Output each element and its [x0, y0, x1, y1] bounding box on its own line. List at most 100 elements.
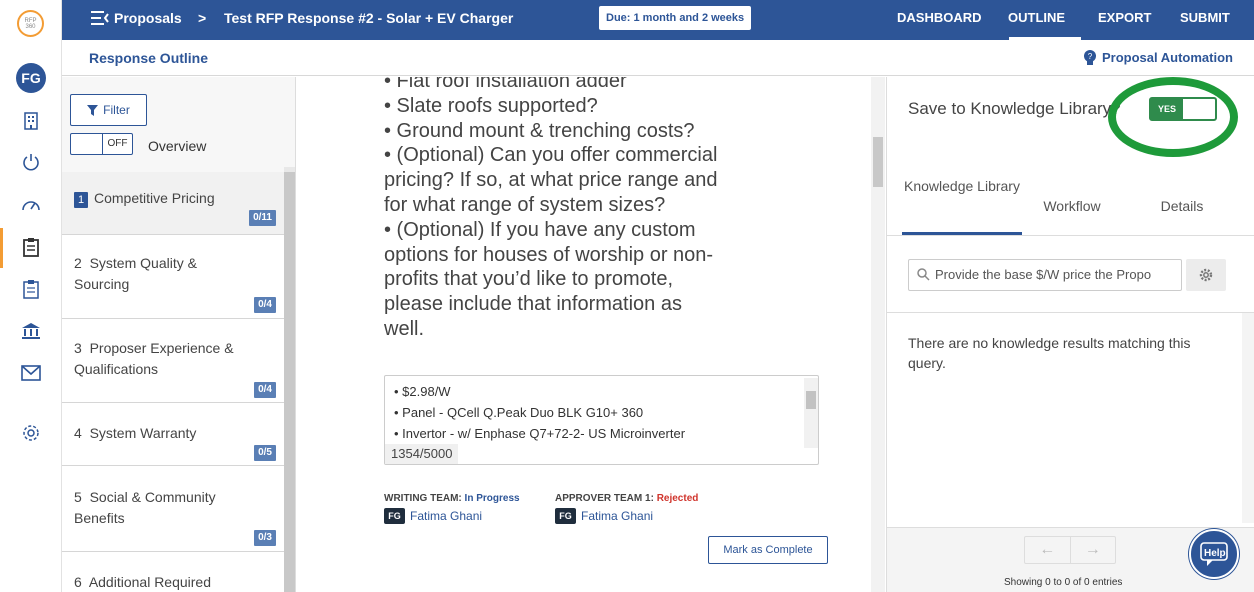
section-label: Additional Required: [88, 574, 212, 590]
empty-results-message: There are no knowledge results matching …: [908, 335, 1191, 371]
section-number: 5: [74, 489, 82, 505]
answer-line: • Invertor - w/ Enphase Q7+72-2- US Micr…: [394, 426, 686, 441]
outline-section-3[interactable]: 3 Proposer Experience & Qualifications 0…: [62, 319, 284, 403]
overview-toggle[interactable]: OFF: [70, 133, 133, 155]
approver-team-member[interactable]: FG Fatima Ghani: [555, 508, 653, 524]
section-label: System Quality & Sourcing: [74, 255, 197, 292]
breadcrumb-separator: >: [198, 10, 207, 26]
overview-label: Overview: [148, 138, 207, 154]
question-line: well.: [384, 317, 425, 340]
approver-team-status: Rejected: [656, 493, 699, 504]
nav-submit[interactable]: SUBMIT: [1180, 10, 1230, 25]
filter-button[interactable]: Filter: [70, 94, 147, 126]
question-scrollbar[interactable]: [873, 137, 883, 187]
power-icon[interactable]: [20, 151, 42, 173]
question-line: • (Optional) If you have any custom: [384, 218, 696, 241]
help-label: Help: [1204, 548, 1226, 559]
member-name: Fatima Ghani: [581, 509, 654, 523]
highlight-circle: [1108, 77, 1238, 157]
member-name: Fatima Ghani: [410, 509, 483, 523]
section-count: 0/4: [254, 382, 276, 398]
rail-active-indicator: [0, 228, 3, 268]
writing-team-status: In Progress: [464, 493, 520, 504]
question-pane: • Flat roof installation adder • Slate r…: [297, 77, 885, 592]
settings-gear-icon[interactable]: [20, 422, 42, 444]
tab-active-underline: [902, 232, 1022, 235]
answer-line: • Panel - QCell Q.Peak Duo BLK G10+ 360: [394, 405, 644, 420]
mark-as-complete-button[interactable]: Mark as Complete: [708, 536, 828, 564]
due-date-badge: Due: 1 month and 2 weeks: [599, 6, 752, 30]
member-avatar: FG: [555, 508, 576, 524]
question-text: • Flat roof installation adder • Slate r…: [384, 77, 784, 342]
search-settings-button[interactable]: [1186, 259, 1226, 291]
proposal-automation-link[interactable]: Proposal Automation: [1102, 50, 1233, 65]
results-scrollbar[interactable]: [1242, 313, 1254, 523]
approver-team-label: APPROVER TEAM 1: Rejected: [555, 493, 699, 504]
outline-section-5[interactable]: 5 Social & Community Benefits 0/3: [62, 466, 284, 552]
tab-workflow[interactable]: Workflow: [1027, 198, 1117, 214]
question-line: pricing? If so, at what price range and: [384, 169, 718, 192]
mail-icon[interactable]: [20, 362, 42, 384]
nav-dashboard[interactable]: DASHBOARD: [897, 10, 982, 25]
building-icon[interactable]: [20, 110, 42, 132]
subheader: Response Outline ? Proposal Automation: [62, 40, 1254, 76]
answer-textarea[interactable]: • $2.98/W • Panel - QCell Q.Peak Duo BLK…: [384, 375, 819, 465]
question-line: profits that you’d like to promote,: [384, 268, 674, 291]
collapse-menu-icon[interactable]: [90, 9, 110, 32]
dashboard-gauge-icon[interactable]: [20, 193, 42, 215]
lightbulb-icon[interactable]: ?: [1083, 50, 1097, 71]
svg-text:?: ?: [1088, 52, 1093, 61]
search-icon: [917, 268, 930, 281]
tab-knowledge-library[interactable]: Knowledge Library: [902, 176, 1022, 197]
tab-details[interactable]: Details: [1142, 198, 1222, 214]
top-bar: Proposals > Test RFP Response #2 - Solar…: [62, 0, 1254, 40]
question-line: • Ground mount & trenching costs?: [384, 119, 695, 142]
section-number: 4: [74, 425, 82, 441]
save-to-library-label: Save to Knowledge Library?: [908, 99, 1121, 118]
section-count: 0/4: [254, 297, 276, 313]
outline-panel: Filter OFF Overview 1 Competitive Pricing…: [62, 77, 296, 592]
section-count: 0/11: [249, 210, 276, 226]
prev-page-icon[interactable]: ←: [1025, 537, 1071, 563]
gear-icon: [1199, 268, 1213, 282]
user-avatar[interactable]: FG: [16, 63, 46, 93]
results-divider: [887, 312, 1254, 313]
question-line: options for houses of worship or non-: [384, 243, 714, 266]
outline-section-2[interactable]: 2 System Quality & Sourcing 0/4: [62, 235, 284, 319]
entries-count: Showing 0 to 0 of 0 entries: [1004, 577, 1123, 588]
filter-icon: [87, 104, 99, 116]
overview-toggle-state: OFF: [102, 134, 132, 154]
help-button[interactable]: Help: [1189, 529, 1239, 579]
breadcrumb-proposals[interactable]: Proposals: [114, 10, 182, 26]
pagination: ← →: [1024, 536, 1116, 564]
outline-section-6[interactable]: 6 Additional Required: [62, 552, 284, 592]
left-rail: RFP 360 FG: [0, 0, 62, 592]
question-line: please include that information as: [384, 293, 682, 316]
section-number-badge: 1: [74, 192, 88, 208]
outline-section-4[interactable]: 4 System Warranty 0/5: [62, 403, 284, 466]
section-number: 2: [74, 255, 82, 271]
nav-export[interactable]: EXPORT: [1098, 10, 1151, 25]
next-page-icon[interactable]: →: [1071, 537, 1116, 563]
bank-icon[interactable]: [20, 320, 42, 342]
answer-line: • $2.98/W: [394, 384, 451, 399]
answer-scrollbar-thumb[interactable]: [806, 391, 816, 409]
section-count: 0/5: [254, 445, 276, 461]
page-title: Response Outline: [89, 50, 209, 66]
member-avatar: FG: [384, 508, 405, 524]
section-number: 6: [74, 574, 82, 590]
filter-label: Filter: [103, 103, 130, 117]
section-label: Social & Community Benefits: [74, 489, 216, 526]
question-line: • Flat roof installation adder: [384, 77, 627, 92]
writing-team-member[interactable]: FG Fatima Ghani: [384, 508, 482, 524]
answer-scrollbar[interactable]: [804, 378, 818, 448]
clipboard-icon[interactable]: [20, 278, 42, 300]
outline-scrollbar[interactable]: [284, 172, 295, 592]
search-value: Provide the base $/W price the Propo: [935, 267, 1152, 282]
outline-section-1[interactable]: 1 Competitive Pricing 0/11: [62, 172, 284, 235]
clipboard-active-icon[interactable]: [20, 236, 42, 258]
nav-outline[interactable]: OUTLINE: [1008, 10, 1065, 25]
knowledge-search-input[interactable]: Provide the base $/W price the Propo: [908, 259, 1182, 291]
knowledge-panel: Save to Knowledge Library? YES Knowledge…: [886, 77, 1254, 592]
app-logo[interactable]: RFP 360: [17, 10, 44, 37]
